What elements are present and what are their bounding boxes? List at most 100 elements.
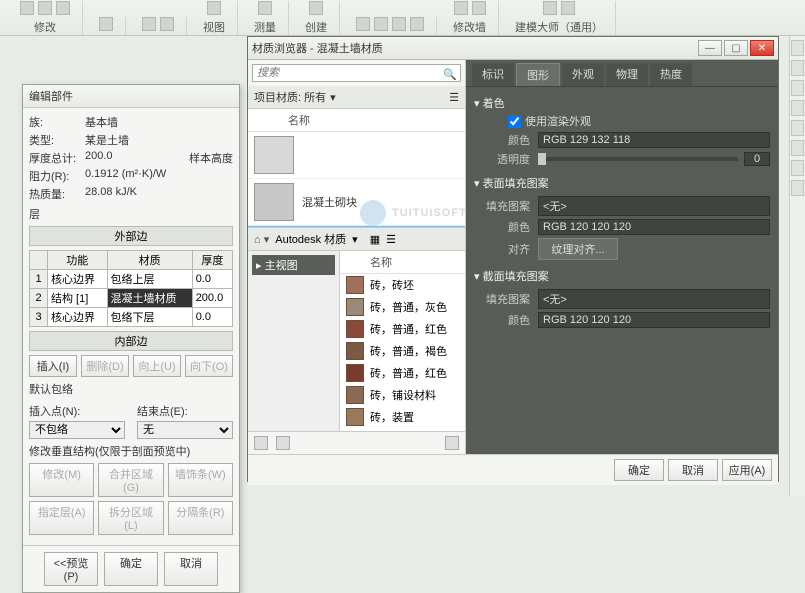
mat-cancel-button[interactable]: 取消 [668,459,718,481]
lib-item-name: 砖，普通，灰色 [370,299,447,315]
library-list[interactable]: 名称 砖，砖坯砖，普通，灰色砖，普通，红色砖，普通，褐色砖，普通，红色砖，铺设材… [340,251,465,431]
ribbon-sec[interactable]: 修改墙 [441,1,499,35]
library-item[interactable]: 砖，普通，红色 [340,318,465,340]
project-materials-row[interactable]: 项目材质: 所有▾ ☰ [248,86,465,109]
minimize-button[interactable]: — [698,40,722,56]
split-button[interactable]: 拆分区域(L) [98,501,163,535]
open-library-icon[interactable] [445,436,459,450]
material-browser-title: 材质浏览器 - 混凝土墙材质 [252,40,698,56]
material-browser-titlebar[interactable]: 材质浏览器 - 混凝土墙材质 — ▢ ✕ [248,37,778,60]
material-left-pane: 🔍 项目材质: 所有▾ ☰ 名称 混凝土砌块混凝土墙材质胶合板，面层 ⌂ ▾ A… [248,60,466,454]
ribbon-sec[interactable]: 修改 [8,1,83,35]
library-item[interactable]: 砖，普通，灰色 [340,296,465,318]
material-properties-pane: 标识 图形 外观 物理 热度 ▾ 着色 使用渲染外观 颜色 RGB 129 132… [466,60,778,454]
lib-name-header: 名称 [340,251,465,274]
cut-header[interactable]: ▾ 截面填充图案 [474,266,770,286]
right-dock-strip[interactable] [789,36,805,496]
transparency-value[interactable]: 0 [744,152,770,166]
up-button[interactable]: 向上(U) [133,355,181,377]
grid-view-icon[interactable]: ▦ [370,233,380,246]
material-name: 混凝土砌块 [302,194,357,210]
cut-fill-label: 填充图案 [474,291,530,307]
ribbon-sec[interactable]: 测量 [242,1,289,35]
search-input[interactable] [252,64,461,82]
material-item[interactable] [248,132,465,179]
material-item[interactable]: 混凝土砌块 [248,179,465,226]
lib-thumb [346,386,364,404]
ribbon-sec[interactable] [87,17,126,35]
family-value: 基本墙 [85,114,118,130]
cut-pattern-section: ▾ 截面填充图案 填充图案<无> 颜色RGB 120 120 120 [474,266,770,328]
cancel-button[interactable]: 取消 [164,552,218,586]
reveal-button[interactable]: 分隔条(R) [168,501,233,535]
tab-thermal[interactable]: 热度 [650,63,692,86]
property-tabs: 标识 图形 外观 物理 热度 [466,60,778,87]
list-view-icon[interactable]: ☰ [449,91,459,104]
edit-assembly-title: 编辑部件 [23,85,239,108]
ok-button[interactable]: 确定 [104,552,158,586]
down-button[interactable]: 向下(O) [185,355,233,377]
autodesk-lib-label[interactable]: Autodesk 材质 [275,231,346,247]
library-item[interactable]: 砖，普通，褐色 [340,340,465,362]
shading-header[interactable]: ▾ 着色 [474,93,770,113]
insert-point-select[interactable]: 不包络 [29,421,125,439]
tab-appearance[interactable]: 外观 [562,63,604,86]
library-nav[interactable]: ⌂ ▾ Autodesk 材质 ▾ ▦ ☰ [248,227,465,251]
surface-fill-value[interactable]: <无> [538,196,770,216]
end-point-label: 结束点(E): [137,403,233,419]
delete-button[interactable]: 删除(D) [81,355,129,377]
library-item[interactable]: 砖，普通，红色 [340,362,465,384]
tab-graphics[interactable]: 图形 [516,63,560,86]
ribbon-sec[interactable] [130,17,187,35]
chevron-down-icon[interactable]: ▾ [330,91,336,104]
surface-color-value[interactable]: RGB 120 120 120 [538,219,770,235]
ribbon-sec[interactable]: 建模大师（通用） [503,1,616,35]
texture-alignment-button[interactable]: 纹理对齐... [538,238,618,260]
use-render-checkbox[interactable] [508,115,521,128]
duplicate-icon[interactable] [276,436,290,450]
cut-color-value[interactable]: RGB 120 120 120 [538,312,770,328]
outer-bar: 外部边 [29,226,233,246]
project-materials-list[interactable]: 名称 混凝土砌块混凝土墙材质胶合板，面层 [248,109,465,227]
insert-button[interactable]: 插入(I) [29,355,77,377]
mat-apply-button[interactable]: 应用(A) [722,459,772,481]
tab-physical[interactable]: 物理 [606,63,648,86]
material-browser-dialog: 材质浏览器 - 混凝土墙材质 — ▢ ✕ 🔍 项目材质: 所有▾ ☰ 名称 混凝… [247,36,779,482]
preview-button[interactable]: <<预览(P) [44,552,98,586]
library-item[interactable]: 砖，砖坯 [340,274,465,296]
end-point-select[interactable]: 无 [137,421,233,439]
new-material-icon[interactable] [254,436,268,450]
color-label: 颜色 [474,132,530,148]
ribbon-sec[interactable] [344,17,437,35]
tree-main-view[interactable]: ▸ 主视图 [252,255,335,275]
modify-struct-label: 修改垂直结构(仅限于剖面预览中) [29,443,233,459]
shading-color-value[interactable]: RGB 129 132 118 [538,132,770,148]
maximize-button[interactable]: ▢ [724,40,748,56]
mass-value: 28.08 kJ/K [85,186,137,202]
tab-identity[interactable]: 标识 [472,63,514,86]
surface-header[interactable]: ▾ 表面填充图案 [474,173,770,193]
search-icon[interactable]: 🔍 [443,68,457,81]
lib-thumb [346,298,364,316]
library-item[interactable]: 砖，装置 [340,406,465,428]
merge-button[interactable]: 合并区域(G) [98,463,163,497]
list-view-icon[interactable]: ☰ [386,233,396,246]
transparency-slider[interactable] [538,157,738,161]
ribbon-sec[interactable]: 创建 [293,1,340,35]
sweep-button[interactable]: 墙饰条(W) [168,463,233,497]
home-icon[interactable]: ⌂ ▾ [254,233,269,246]
library-tree[interactable]: ▸ 主视图 [248,251,340,431]
layers-table[interactable]: 功能材质厚度 1核心边界包络上层0.0 2结构 [1]混凝土墙材质200.0 3… [29,250,233,327]
library-item[interactable]: 砖，铺设材料 [340,384,465,406]
ribbon-sec[interactable]: 视图 [191,1,238,35]
modify-button[interactable]: 修改(M) [29,463,94,497]
surface-align-label: 对齐 [474,241,530,257]
mat-ok-button[interactable]: 确定 [614,459,664,481]
chevron-down-icon[interactable]: ▾ [352,233,358,246]
use-render-label: 使用渲染外观 [525,113,591,129]
assign-button[interactable]: 指定层(A) [29,501,94,535]
close-button[interactable]: ✕ [750,40,774,56]
lib-item-name: 砖，铺设材料 [370,387,436,403]
wrap-label: 默认包络 [29,381,233,397]
cut-fill-value[interactable]: <无> [538,289,770,309]
